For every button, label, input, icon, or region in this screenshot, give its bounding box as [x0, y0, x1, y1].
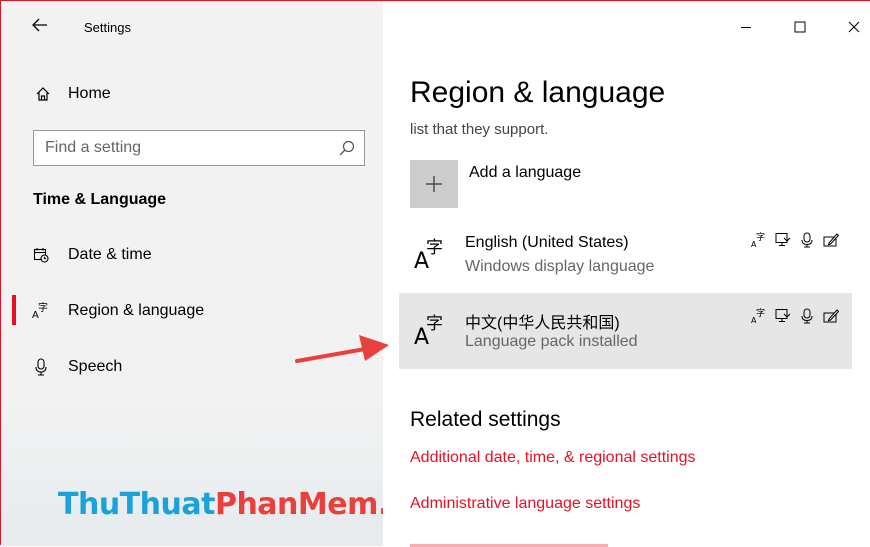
svg-text:字: 字 — [38, 302, 48, 314]
language-glyph-icon: A字 — [412, 307, 454, 350]
microphone-icon — [798, 307, 816, 325]
add-language-label[interactable]: Add a language — [469, 164, 581, 182]
sidebar-item-label: Speech — [68, 358, 123, 375]
link-additional-date-time-regional[interactable]: Additional date, time, & regional settin… — [410, 449, 696, 467]
svg-text:字: 字 — [756, 232, 765, 243]
search-box — [33, 130, 365, 166]
minimize-icon — [741, 27, 751, 28]
main-content: Region & language list that they support… — [383, 2, 870, 547]
sidebar-item-label: Region & language — [68, 302, 205, 319]
section-title: Time & Language — [33, 191, 167, 208]
clipped-link-fragment — [410, 544, 608, 547]
watermark-logo: ThuThuatPhanMem.vn — [58, 487, 383, 522]
display-icon — [774, 307, 792, 325]
calendar-clock-icon — [32, 246, 50, 264]
sidebar-item-date-time[interactable]: Date & time — [2, 235, 383, 275]
svg-text:字: 字 — [426, 314, 443, 334]
language-status: Windows display language — [465, 258, 655, 275]
language-features: A字 — [750, 231, 840, 249]
watermark-part2: PhanMem.vn — [214, 487, 383, 522]
handwriting-icon — [822, 231, 840, 249]
language-icon: A字 — [750, 231, 768, 249]
minimize-button[interactable] — [723, 12, 769, 42]
microphone-icon — [798, 231, 816, 249]
language-item-english[interactable]: A字 English (United States) Windows displ… — [399, 217, 852, 293]
language-icon: A字 — [750, 307, 768, 325]
back-arrow-icon[interactable] — [30, 16, 50, 36]
language-name: 中文(中华人民共和国) — [465, 315, 620, 332]
display-icon — [774, 231, 792, 249]
annotation-arrow-icon — [295, 335, 389, 363]
link-administrative-language[interactable]: Administrative language settings — [410, 495, 640, 513]
microphone-icon — [32, 358, 50, 376]
related-settings-title: Related settings — [410, 408, 561, 431]
window-title: Settings — [84, 20, 131, 35]
settings-window: Settings Home Time & Language Date & tim… — [0, 0, 870, 547]
language-name: English (United States) — [465, 234, 629, 251]
add-language-button[interactable] — [410, 160, 458, 208]
svg-text:字: 字 — [426, 238, 443, 258]
sidebar: Settings Home Time & Language Date & tim… — [2, 2, 383, 546]
search-icon[interactable] — [338, 139, 356, 157]
plus-icon — [426, 176, 442, 192]
language-item-chinese[interactable]: A字 中文(中华人民共和国) Language pack installed A… — [399, 293, 852, 369]
home-icon — [34, 85, 52, 103]
page-subtitle: list that they support. — [410, 121, 549, 138]
svg-text:字: 字 — [756, 308, 765, 319]
sidebar-item-home[interactable]: Home — [34, 81, 111, 107]
close-icon — [848, 21, 860, 33]
language-glyph-icon: A字 — [412, 231, 454, 274]
search-input[interactable] — [34, 131, 335, 165]
sidebar-item-label: Date & time — [68, 246, 152, 263]
maximize-button[interactable] — [777, 12, 823, 42]
watermark-part1: ThuThuat — [58, 487, 215, 522]
language-status: Language pack installed — [465, 333, 638, 350]
language-icon: A字 — [32, 302, 50, 320]
language-features: A字 — [750, 307, 840, 325]
close-button[interactable] — [831, 12, 870, 42]
handwriting-icon — [822, 307, 840, 325]
link-clipped — [410, 536, 610, 547]
sidebar-item-region-language[interactable]: A字 Region & language — [2, 291, 383, 331]
maximize-icon — [794, 21, 806, 33]
page-title: Region & language — [410, 76, 666, 109]
active-indicator — [12, 295, 16, 325]
home-label: Home — [68, 85, 111, 102]
